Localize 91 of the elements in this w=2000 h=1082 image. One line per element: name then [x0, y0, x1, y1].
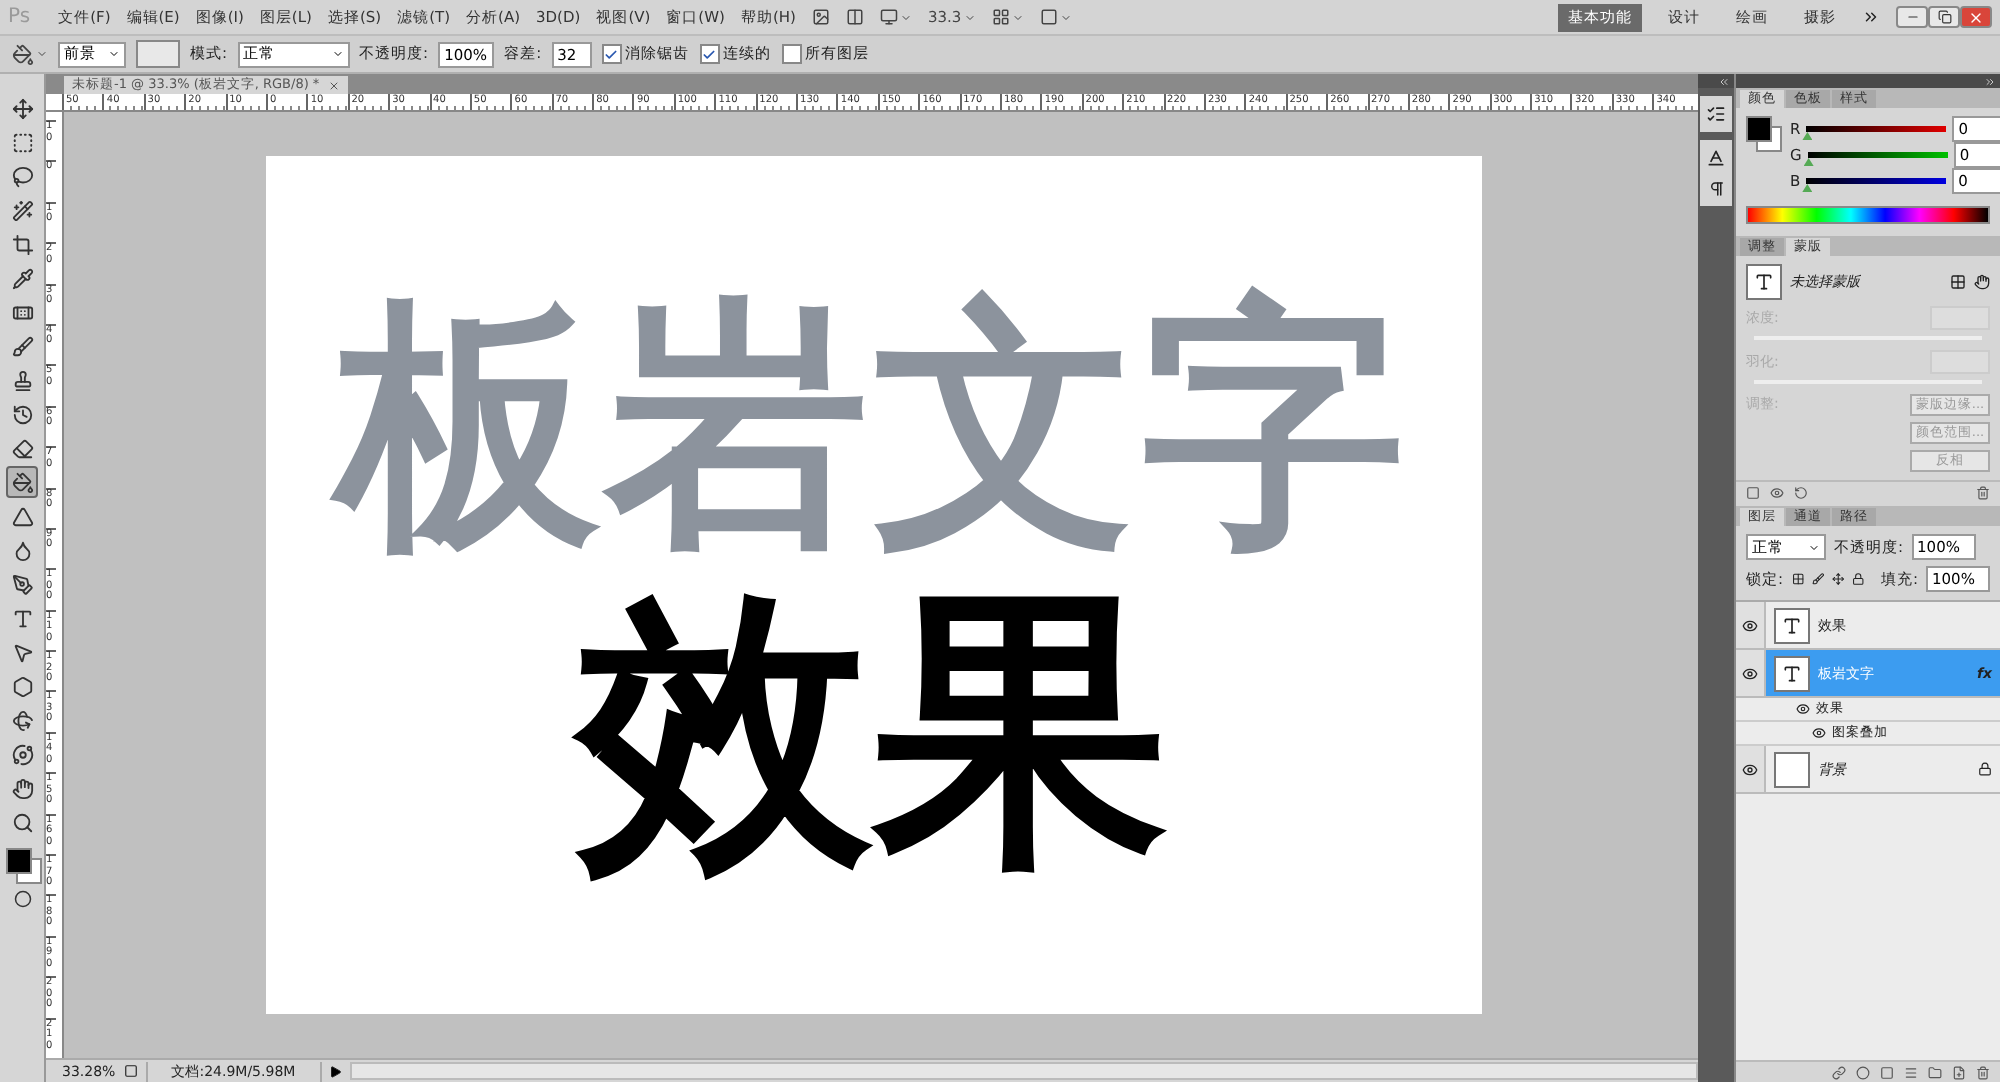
- color-swatches[interactable]: [1746, 116, 1782, 152]
- circle-icon: [1856, 1065, 1870, 1079]
- chevrons-icon: [1718, 75, 1730, 87]
- checkbox[interactable]: [601, 44, 622, 64]
- columns-icon: [845, 8, 864, 26]
- arrange-button[interactable]: [991, 8, 1024, 26]
- color-spectrum[interactable]: [1746, 206, 1990, 224]
- color-swatches[interactable]: [6, 848, 38, 880]
- grid-icon: [1791, 572, 1804, 586]
- dashed-square-icon: [11, 131, 33, 153]
- restore-icon: [1937, 10, 1951, 24]
- new-file-icon: [1952, 1065, 1966, 1079]
- move-icon: [11, 97, 33, 119]
- caret-icon: [1808, 541, 1820, 553]
- pattern-swatch[interactable]: [136, 40, 180, 68]
- caret-icon: [108, 48, 120, 60]
- screen-mode-button[interactable]: [1039, 8, 1072, 26]
- type-icon: [11, 607, 33, 629]
- checkbox[interactable]: [781, 44, 802, 64]
- type-icon: [1754, 272, 1774, 292]
- caret-icon: [899, 11, 912, 23]
- letter-a-icon: [1706, 148, 1726, 168]
- play-icon: [329, 1065, 342, 1077]
- undo-icon: [1794, 485, 1808, 499]
- history-icon: [11, 403, 33, 425]
- pointer-icon: [11, 641, 33, 663]
- lock-icon: [1852, 572, 1865, 586]
- tool-preset-button[interactable]: [12, 43, 48, 65]
- brush-icon: [11, 335, 33, 357]
- slider-thumb[interactable]: [1802, 132, 1813, 140]
- brush-icon: [1811, 572, 1824, 586]
- restore-button[interactable]: [1928, 6, 1960, 28]
- caret-icon: [331, 48, 344, 60]
- type-icon: [1782, 615, 1802, 635]
- folder-icon: [1928, 1065, 1942, 1079]
- square-icon: [1746, 485, 1760, 499]
- trash-icon: [1976, 485, 1990, 499]
- caret-icon: [1011, 11, 1024, 23]
- hexagon-icon: [11, 675, 33, 697]
- caret-icon: [36, 48, 48, 60]
- grid-icon: [991, 8, 1010, 26]
- bandage-icon: [11, 301, 33, 323]
- checkbox[interactable]: [699, 44, 720, 64]
- type-icon: [1782, 663, 1802, 683]
- stamp-icon: [11, 369, 33, 391]
- lasso-icon: [11, 165, 33, 187]
- mini-bridge-button[interactable]: [845, 8, 864, 26]
- move-icon: [1832, 572, 1845, 586]
- square-icon: [123, 1064, 138, 1078]
- eraser-icon: [11, 437, 33, 459]
- view-extras-button[interactable]: [879, 8, 912, 26]
- chevrons-icon: [1862, 8, 1880, 26]
- eye-icon: [1770, 485, 1784, 499]
- hand-icon: [1974, 274, 1990, 290]
- caret-icon: [1059, 11, 1072, 23]
- monitor-icon: [879, 8, 898, 26]
- grid-icon: [1950, 274, 1966, 290]
- circle-icon: [13, 889, 31, 907]
- image-icon: [811, 8, 830, 26]
- horizontal-scrollbar[interactable]: [349, 1062, 1698, 1080]
- rotate-3d-icon: [11, 709, 33, 731]
- menu-icon: [1904, 1065, 1918, 1079]
- bridge-button[interactable]: [811, 8, 830, 26]
- paint-bucket-icon: [12, 43, 34, 65]
- app-logo: Ps: [8, 6, 31, 28]
- square-icon: [1039, 8, 1058, 26]
- crop-icon: [11, 233, 33, 255]
- layer-thumbnail: [1774, 751, 1810, 787]
- zoom-icon: [11, 811, 33, 833]
- pilcrow-icon: [1707, 180, 1725, 198]
- paint-bucket-icon: [11, 471, 33, 493]
- pipette-icon: [11, 267, 33, 289]
- trash-icon: [1976, 1065, 1990, 1079]
- slider-thumb[interactable]: [1802, 184, 1813, 192]
- tool-button[interactable]: [6, 466, 38, 498]
- slider-thumb[interactable]: [1803, 158, 1814, 166]
- square-icon: [1880, 1065, 1894, 1079]
- caret-icon: [963, 11, 976, 23]
- link-icon: [1832, 1065, 1846, 1079]
- close-icon: [1968, 9, 1984, 25]
- wand-icon: [11, 199, 33, 221]
- triangle-icon: [11, 505, 33, 527]
- pen-icon: [11, 573, 33, 595]
- minimize-icon: [1905, 10, 1919, 24]
- orbit-icon: [11, 743, 33, 765]
- close-icon: [327, 79, 340, 91]
- chevrons-icon: [1984, 75, 1996, 87]
- list-icon: [1706, 104, 1726, 124]
- hand-icon: [11, 777, 33, 799]
- close-button[interactable]: [1960, 6, 1992, 28]
- droplet-icon: [11, 539, 33, 561]
